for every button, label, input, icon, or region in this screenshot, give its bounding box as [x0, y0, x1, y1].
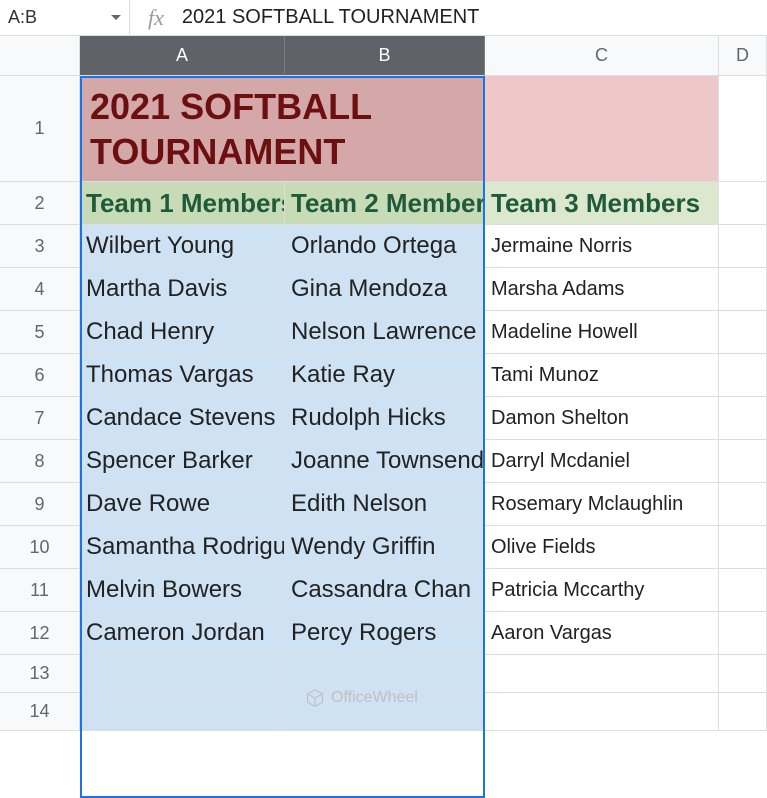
chevron-down-icon[interactable]	[111, 15, 121, 20]
cell-a4[interactable]: Martha Davis	[80, 268, 285, 311]
fx-icon: fx	[130, 5, 182, 31]
spreadsheet-grid: 1 2 3 4 5 6 7 8 9 10 11 12 13 14 A B C D…	[0, 36, 767, 758]
cell-c11[interactable]: Patricia Mccarthy	[485, 569, 719, 612]
columns-area: A B C D 2021 SOFTBALL TOURNAMENT Team 1 …	[80, 36, 767, 758]
column-header-c[interactable]: C	[485, 36, 719, 76]
column-headers: A B C D	[80, 36, 767, 76]
cell-b7[interactable]: Rudolph Hicks	[285, 397, 485, 440]
table-row: Martha Davis Gina Mendoza Marsha Adams	[80, 268, 767, 311]
table-row: Dave Rowe Edith Nelson Rosemary Mclaughl…	[80, 483, 767, 526]
table-row: Melvin Bowers Cassandra Chan Patricia Mc…	[80, 569, 767, 612]
row-header-8[interactable]: 8	[0, 440, 80, 483]
cell-a11[interactable]: Melvin Bowers	[80, 569, 285, 612]
cell-d6[interactable]	[719, 354, 767, 397]
name-box-value: A:B	[8, 7, 37, 28]
table-row: Team 1 Members Team 2 Members Team 3 Mem…	[80, 182, 767, 225]
cell-b13[interactable]	[285, 655, 485, 693]
cell-d14[interactable]	[719, 693, 767, 731]
cell-d9[interactable]	[719, 483, 767, 526]
cell-d5[interactable]	[719, 311, 767, 354]
cell-b4[interactable]: Gina Mendoza	[285, 268, 485, 311]
table-row: Candace Stevens Rudolph Hicks Damon Shel…	[80, 397, 767, 440]
cell-b8[interactable]: Joanne Townsend	[285, 440, 485, 483]
cell-a2[interactable]: Team 1 Members	[80, 182, 285, 225]
row-header-6[interactable]: 6	[0, 354, 80, 397]
table-row	[80, 693, 767, 731]
cell-b2[interactable]: Team 2 Members	[285, 182, 485, 225]
cell-a10[interactable]: Samantha Rodriguez	[80, 526, 285, 569]
row-header-1[interactable]: 1	[0, 76, 80, 182]
row-header-3[interactable]: 3	[0, 225, 80, 268]
cell-c7[interactable]: Damon Shelton	[485, 397, 719, 440]
data-rows: 2021 SOFTBALL TOURNAMENT Team 1 Members …	[80, 76, 767, 731]
cell-b11[interactable]: Cassandra Chan	[285, 569, 485, 612]
cell-a6[interactable]: Thomas Vargas	[80, 354, 285, 397]
row-header-14[interactable]: 14	[0, 693, 80, 731]
column-header-a[interactable]: A	[80, 36, 285, 76]
cell-c10[interactable]: Olive Fields	[485, 526, 719, 569]
cell-d3[interactable]	[719, 225, 767, 268]
cell-d1[interactable]	[719, 76, 767, 182]
cell-b6[interactable]: Katie Ray	[285, 354, 485, 397]
table-row: Wilbert Young Orlando Ortega Jermaine No…	[80, 225, 767, 268]
cell-b9[interactable]: Edith Nelson	[285, 483, 485, 526]
cell-a14[interactable]	[80, 693, 285, 731]
cell-a8[interactable]: Spencer Barker	[80, 440, 285, 483]
cell-b14[interactable]	[285, 693, 485, 731]
cell-a3[interactable]: Wilbert Young	[80, 225, 285, 268]
select-all-corner[interactable]	[0, 36, 80, 76]
formula-bar-row: A:B fx 2021 SOFTBALL TOURNAMENT	[0, 0, 767, 36]
cell-d2[interactable]	[719, 182, 767, 225]
cell-d11[interactable]	[719, 569, 767, 612]
cell-c8[interactable]: Darryl Mcdaniel	[485, 440, 719, 483]
cell-b10[interactable]: Wendy Griffin	[285, 526, 485, 569]
name-box[interactable]: A:B	[0, 0, 130, 35]
cell-d12[interactable]	[719, 612, 767, 655]
cell-c3[interactable]: Jermaine Norris	[485, 225, 719, 268]
cell-c6[interactable]: Tami Munoz	[485, 354, 719, 397]
table-row	[80, 655, 767, 693]
cell-b3[interactable]: Orlando Ortega	[285, 225, 485, 268]
table-row: Chad Henry Nelson Lawrence Madeline Howe…	[80, 311, 767, 354]
cell-c2[interactable]: Team 3 Members	[485, 182, 719, 225]
row-header-11[interactable]: 11	[0, 569, 80, 612]
cell-a12[interactable]: Cameron Jordan	[80, 612, 285, 655]
row-header-5[interactable]: 5	[0, 311, 80, 354]
cell-a5[interactable]: Chad Henry	[80, 311, 285, 354]
cell-d4[interactable]	[719, 268, 767, 311]
cell-a7[interactable]: Candace Stevens	[80, 397, 285, 440]
row-header-4[interactable]: 4	[0, 268, 80, 311]
cell-c1[interactable]	[485, 76, 719, 182]
cell-d8[interactable]	[719, 440, 767, 483]
cell-a13[interactable]	[80, 655, 285, 693]
cell-c14[interactable]	[485, 693, 719, 731]
cell-c9[interactable]: Rosemary Mclaughlin	[485, 483, 719, 526]
table-row: Samantha Rodriguez Wendy Griffin Olive F…	[80, 526, 767, 569]
cell-c4[interactable]: Marsha Adams	[485, 268, 719, 311]
row-headers: 1 2 3 4 5 6 7 8 9 10 11 12 13 14	[0, 36, 80, 758]
title-cell[interactable]: 2021 SOFTBALL TOURNAMENT	[80, 76, 485, 182]
row-header-13[interactable]: 13	[0, 655, 80, 693]
row-header-9[interactable]: 9	[0, 483, 80, 526]
cell-b12[interactable]: Percy Rogers	[285, 612, 485, 655]
row-header-10[interactable]: 10	[0, 526, 80, 569]
column-header-b[interactable]: B	[285, 36, 485, 76]
table-row: Thomas Vargas Katie Ray Tami Munoz	[80, 354, 767, 397]
cell-d7[interactable]	[719, 397, 767, 440]
row-header-7[interactable]: 7	[0, 397, 80, 440]
column-header-d[interactable]: D	[719, 36, 767, 76]
cell-c13[interactable]	[485, 655, 719, 693]
cell-d13[interactable]	[719, 655, 767, 693]
cell-b5[interactable]: Nelson Lawrence	[285, 311, 485, 354]
row-header-2[interactable]: 2	[0, 182, 80, 225]
table-row: Cameron Jordan Percy Rogers Aaron Vargas	[80, 612, 767, 655]
table-row: 2021 SOFTBALL TOURNAMENT	[80, 76, 767, 182]
cell-c5[interactable]: Madeline Howell	[485, 311, 719, 354]
cell-a9[interactable]: Dave Rowe	[80, 483, 285, 526]
cell-d10[interactable]	[719, 526, 767, 569]
row-header-12[interactable]: 12	[0, 612, 80, 655]
table-row: Spencer Barker Joanne Townsend Darryl Mc…	[80, 440, 767, 483]
formula-bar-input[interactable]: 2021 SOFTBALL TOURNAMENT	[182, 6, 767, 29]
cell-c12[interactable]: Aaron Vargas	[485, 612, 719, 655]
